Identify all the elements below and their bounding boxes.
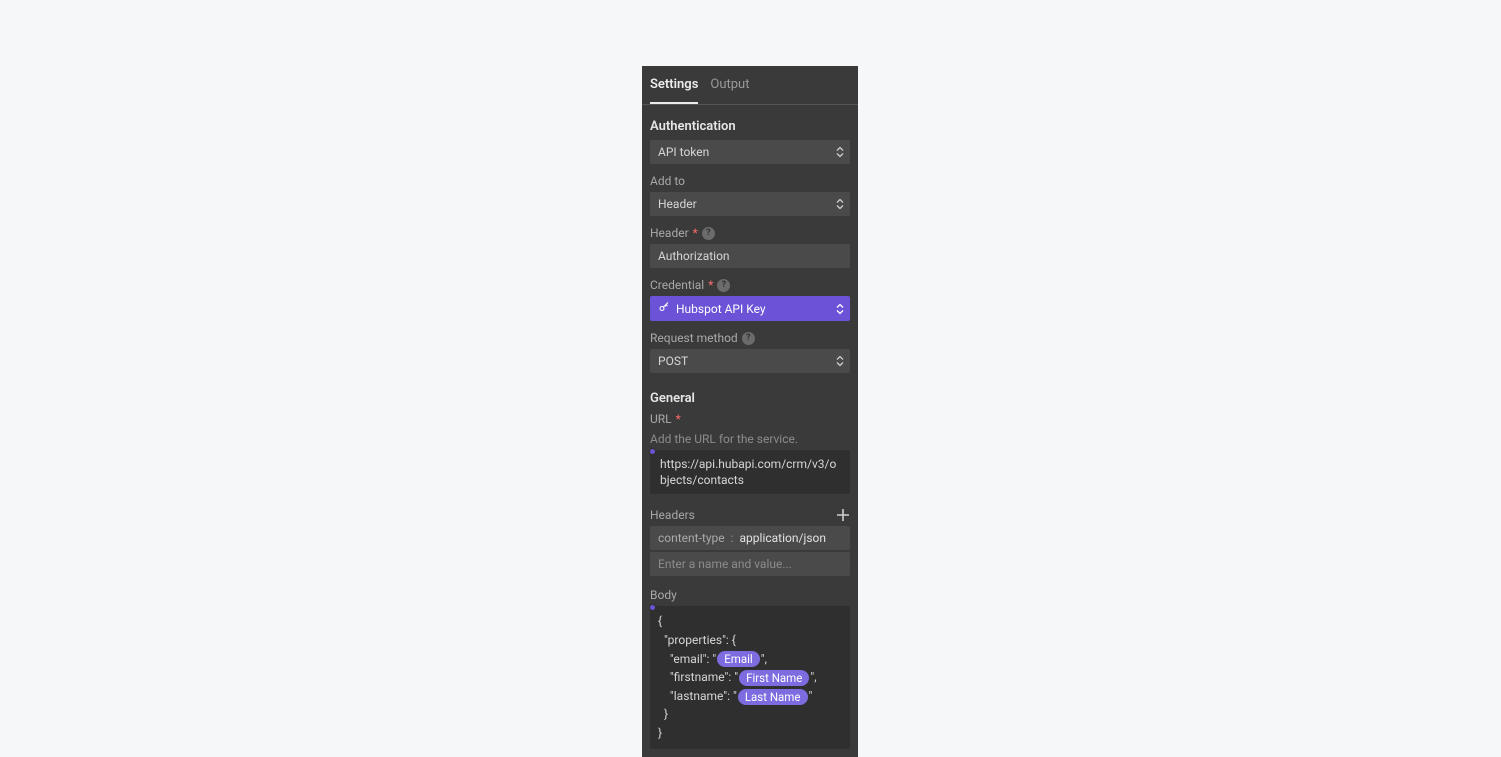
variable-pill-firstname[interactable]: First Name — [739, 670, 809, 686]
body-line: "properties": { — [658, 631, 842, 650]
auth-method-value: API token — [658, 145, 709, 159]
url-label: URL * — [650, 412, 850, 426]
header-entry[interactable]: content-type : application/json — [650, 526, 850, 550]
body-line: { — [658, 612, 842, 631]
binding-dot-icon — [649, 448, 656, 455]
add-header-button[interactable] — [836, 508, 850, 522]
settings-panel: Settings Output Authentication API token… — [642, 66, 858, 757]
body-line: } — [658, 705, 842, 724]
required-indicator: * — [676, 412, 681, 426]
headers-label-row: Headers — [650, 508, 850, 522]
url-value: https://api.hubapi.com/crm/v3/objects/co… — [660, 457, 836, 487]
request-method-label: Request method ? — [650, 331, 850, 345]
body-line: "email": "Email", — [658, 650, 842, 669]
header-name-value: Authorization — [658, 249, 730, 263]
required-indicator: * — [708, 278, 713, 292]
url-input[interactable]: https://api.hubapi.com/crm/v3/objects/co… — [650, 450, 850, 494]
headers-label: Headers — [650, 508, 695, 522]
add-to-select[interactable]: Header — [650, 192, 850, 216]
panel-tabs: Settings Output — [642, 66, 858, 105]
variable-pill-lastname[interactable]: Last Name — [738, 689, 808, 705]
variable-pill-email[interactable]: Email — [717, 651, 759, 667]
help-icon[interactable]: ? — [702, 227, 715, 240]
header-key: content-type — [658, 531, 725, 545]
authentication-heading: Authentication — [650, 119, 850, 134]
required-indicator: * — [693, 226, 698, 240]
header-label: Header * ? — [650, 226, 850, 240]
auth-method-select[interactable]: API token — [650, 140, 850, 164]
body-line: "lastname": "Last Name" — [658, 687, 842, 706]
updown-icon — [836, 303, 844, 314]
tab-output[interactable]: Output — [710, 66, 749, 104]
header-name-input[interactable]: Authorization — [650, 244, 850, 268]
header-new-input[interactable] — [658, 557, 842, 571]
help-icon[interactable]: ? — [742, 332, 755, 345]
body-line: "firstname": "First Name", — [658, 668, 842, 687]
add-to-label: Add to — [650, 174, 850, 188]
request-method-value: POST — [658, 354, 688, 368]
updown-icon — [836, 199, 844, 210]
header-separator: : — [731, 531, 734, 545]
updown-icon — [836, 147, 844, 158]
header-value: application/json — [740, 531, 826, 545]
body-editor[interactable]: { "properties": { "email": "Email", "fir… — [650, 606, 850, 748]
help-icon[interactable]: ? — [717, 279, 730, 292]
binding-dot-icon — [649, 604, 656, 611]
general-heading: General — [650, 391, 850, 406]
credential-select[interactable]: Hubspot API Key — [650, 296, 850, 321]
body-line: } — [658, 724, 842, 743]
credential-value: Hubspot API Key — [676, 302, 766, 316]
tab-settings[interactable]: Settings — [650, 66, 698, 104]
credential-label: Credential * ? — [650, 278, 850, 292]
request-method-select[interactable]: POST — [650, 349, 850, 373]
panel-content: Authentication API token Add to Header H… — [642, 105, 858, 757]
url-hint: Add the URL for the service. — [650, 432, 850, 446]
updown-icon — [836, 356, 844, 367]
header-new-entry[interactable] — [650, 552, 850, 576]
key-icon — [658, 301, 670, 316]
add-to-value: Header — [658, 197, 697, 211]
body-label: Body — [650, 588, 850, 602]
